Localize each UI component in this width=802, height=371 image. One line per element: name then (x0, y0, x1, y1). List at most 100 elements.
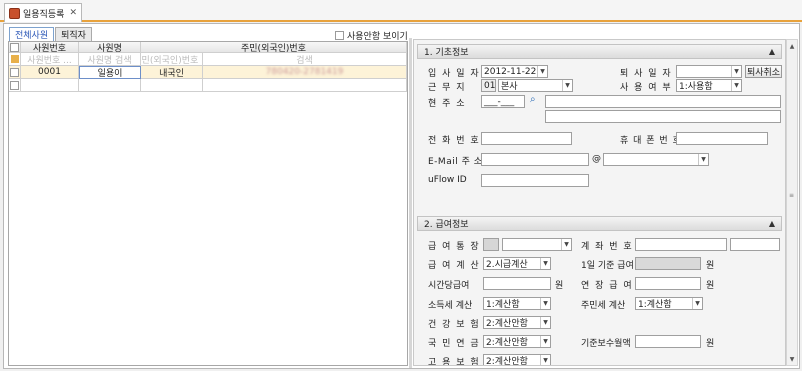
chevron-down-icon[interactable]: ▼ (540, 317, 550, 328)
calc-select[interactable]: 2.시급계산 ▼ (483, 257, 551, 270)
cell-type[interactable]: 내국인 (141, 66, 203, 79)
employment-select[interactable]: 2:계산안함 ▼ (483, 354, 551, 366)
grid-filter-row: 사원번호 ... 사원명 검색 주민(외국인)번호 ... 검색 (9, 53, 407, 66)
tab-retired[interactable]: 퇴직자 (55, 27, 92, 41)
uflow-field[interactable] (481, 174, 589, 187)
scroll-grip-icon[interactable]: ≡ (789, 192, 795, 199)
won-unit: 원 (706, 261, 715, 271)
row-checkbox-cell[interactable] (9, 66, 21, 79)
grid-header-row: 사원번호 사원명 주민(외국인)번호 (9, 42, 407, 53)
section-pay-info-header[interactable]: 2. 급여정보 ▲ (417, 216, 782, 231)
tab-all-employees[interactable]: 전체사원 (9, 27, 55, 41)
close-icon[interactable]: ✕ (69, 8, 77, 18)
bank-select[interactable]: ▼ (502, 238, 572, 251)
email-domain-select[interactable]: ▼ (603, 153, 709, 166)
use-select[interactable]: 1:사용함 ▼ (676, 79, 742, 92)
section-basic-info-header[interactable]: 1. 기초정보 ▲ (417, 44, 782, 59)
chevron-down-icon[interactable]: ▼ (540, 355, 550, 365)
collapse-icon[interactable]: ▲ (769, 219, 775, 228)
new-cell-rrn[interactable] (203, 79, 407, 92)
cell-emp-name[interactable]: 일용이 (79, 66, 141, 79)
chevron-down-icon[interactable]: ▼ (562, 80, 572, 91)
health-label: 건 강 보 험 (428, 320, 481, 330)
filter-emp-no[interactable]: 사원번호 ... (21, 53, 79, 66)
chevron-down-icon[interactable]: ▼ (692, 298, 702, 309)
table-row[interactable]: 0001 일용이 내국인 780420-2781419 (9, 66, 407, 79)
row-checkbox[interactable] (10, 67, 19, 77)
chevron-down-icon[interactable]: ▼ (561, 239, 571, 250)
select-all-checkbox-cell[interactable] (9, 42, 21, 53)
rrn-value: 780420-2781419 (265, 67, 344, 77)
main-frame: 전체사원 퇴직자 사용안함 보이기 사원번호 사원명 주민(외국인)번호 사원번… (3, 23, 800, 369)
account-holder-field[interactable] (730, 238, 780, 251)
filter-emp-name[interactable]: 사원명 검색 (79, 53, 141, 66)
detail-scrollbar[interactable]: ▲ ≡ ▼ (786, 39, 798, 366)
email-id-field[interactable] (481, 153, 589, 166)
section-pay-info-title: 2. 급여정보 (424, 220, 469, 230)
header-rrn[interactable]: 주민(외국인)번호 (141, 42, 407, 53)
document-tab-daily-worker[interactable]: 일용직등록 ✕ (4, 3, 82, 22)
new-row-checkbox[interactable] (10, 80, 19, 90)
pension-value: 2:계산안함 (486, 338, 528, 348)
header-emp-no[interactable]: 사원번호 (21, 42, 79, 53)
chevron-down-icon[interactable]: ▼ (540, 336, 550, 347)
base-income-field[interactable] (635, 335, 701, 348)
hire-date-field[interactable]: 2012-11-22 ▼ (481, 65, 548, 78)
select-all-checkbox[interactable] (10, 42, 19, 52)
overtime-field[interactable] (635, 277, 701, 290)
mobile-label: 휴 대 폰 번 호 (620, 136, 682, 146)
retire-date-field[interactable]: ▼ (676, 65, 742, 78)
new-cell-type[interactable] (141, 79, 203, 92)
document-tabbar: 일용직등록 ✕ (0, 0, 802, 22)
employment-value: 2:계산안함 (486, 357, 528, 366)
new-row-checkbox-cell[interactable] (9, 79, 21, 92)
scroll-up-icon[interactable]: ▲ (787, 41, 797, 51)
search-icon[interactable]: ⌕ (530, 94, 542, 106)
chevron-down-icon[interactable]: ▼ (540, 298, 550, 309)
uflow-label: uFlow ID (428, 175, 467, 185)
employee-list-panel: 전체사원 퇴직자 사용안함 보이기 사원번호 사원명 주민(외국인)번호 사원번… (6, 26, 408, 366)
resident-tax-select[interactable]: 1:계산함 ▼ (635, 297, 703, 310)
health-value: 2:계산안함 (486, 319, 528, 329)
email-at-sign: @ (592, 154, 601, 164)
show-unused-checkbox[interactable] (335, 31, 344, 40)
address-line1-field[interactable] (545, 95, 781, 108)
new-cell-emp-no[interactable] (21, 79, 79, 92)
panel-splitter[interactable] (409, 38, 412, 368)
health-select[interactable]: 2:계산안함 ▼ (483, 316, 551, 329)
address-line2-field[interactable] (545, 110, 781, 123)
employment-label: 고 용 보 험 (428, 358, 481, 366)
zip-field[interactable]: ___-___ (481, 95, 525, 108)
chevron-down-icon[interactable]: ▼ (698, 154, 708, 165)
document-tab-title: 일용직등록 (23, 9, 65, 20)
won-unit: 원 (555, 281, 564, 291)
chevron-down-icon[interactable]: ▼ (731, 66, 741, 77)
hourly-field[interactable] (483, 277, 551, 290)
header-emp-name[interactable]: 사원명 (79, 42, 141, 53)
cell-emp-no[interactable]: 0001 (21, 66, 79, 79)
filter-rrn[interactable]: 주민(외국인)번호 ... (141, 53, 203, 66)
scroll-down-icon[interactable]: ▼ (787, 354, 797, 364)
retire-cancel-button[interactable]: 퇴사취소 (745, 65, 782, 78)
workplace-code-field[interactable]: 01 (481, 79, 496, 92)
workplace-select[interactable]: 본사 ▼ (498, 79, 573, 92)
email-label: E-Mail 주 소 (428, 157, 483, 167)
bank-code-field[interactable] (483, 238, 499, 251)
account-number-field[interactable] (635, 238, 727, 251)
income-tax-select[interactable]: 1:계산함 ▼ (483, 297, 551, 310)
daily-base-field[interactable] (635, 257, 701, 270)
chevron-down-icon[interactable]: ▼ (540, 258, 550, 269)
pension-select[interactable]: 2:계산안함 ▼ (483, 335, 551, 348)
phone-field[interactable] (481, 132, 572, 145)
new-row[interactable] (9, 79, 407, 92)
chevron-down-icon[interactable]: ▼ (537, 66, 547, 77)
collapse-icon[interactable]: ▲ (769, 47, 775, 56)
filter-search[interactable]: 검색 (203, 53, 407, 66)
employee-grid: 사원번호 사원명 주민(외국인)번호 사원번호 ... 사원명 검색 주민(외국… (8, 41, 408, 366)
workplace-label: 근 무 지 (428, 83, 467, 93)
mobile-field[interactable] (676, 132, 768, 145)
cell-rrn[interactable]: 780420-2781419 (203, 66, 407, 79)
resident-tax-value: 1:계산함 (638, 300, 672, 310)
chevron-down-icon[interactable]: ▼ (731, 80, 741, 91)
new-cell-emp-name[interactable] (79, 79, 141, 92)
